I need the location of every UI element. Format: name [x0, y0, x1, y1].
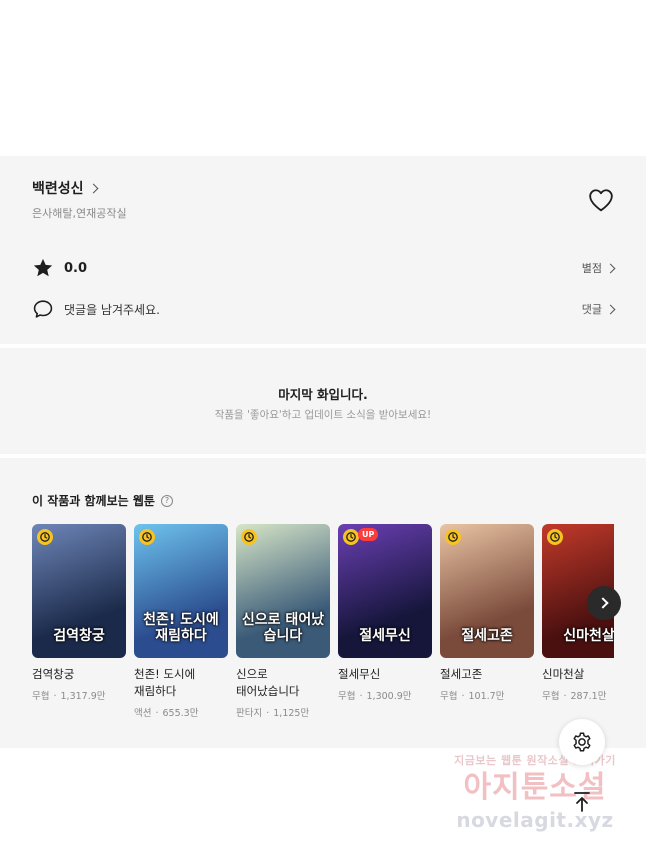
- watermark-line2: 아지툰소설: [463, 770, 607, 805]
- watermark: 지금보는 웹툰 원작소설 보러가기 아지툰소설 novelagit.xyz: [430, 752, 640, 852]
- recommendation-card[interactable]: 절세고존 절세고존 무협 · 101.7만: [440, 524, 534, 719]
- star-icon: [33, 258, 53, 277]
- cover-thumbnail: 검역창궁: [32, 524, 126, 658]
- cover-thumbnail: 천존! 도시에 재림하다: [134, 524, 228, 658]
- comment-prompt[interactable]: 댓글을 남겨주세요.: [64, 301, 160, 318]
- clock-icon: [547, 529, 563, 545]
- series-title-link[interactable]: 백련성신: [32, 178, 98, 198]
- chevron-right-icon: [605, 263, 616, 273]
- clock-icon: [37, 529, 53, 545]
- arrow-up-icon: [574, 792, 590, 812]
- watermark-line3: novelagit.xyz: [456, 808, 614, 832]
- carousel-next-button[interactable]: [587, 586, 621, 620]
- rating-value: 0.0: [64, 260, 88, 276]
- scroll-top-button[interactable]: [566, 786, 598, 818]
- cover-logo: 천존! 도시에 재림하다: [143, 612, 219, 644]
- meta-separator: ·: [359, 691, 363, 702]
- cover-thumbnail: 절세무신 UP: [338, 524, 432, 658]
- recommendation-card[interactable]: 신마천살 신마천살 무협 · 287.1만: [542, 524, 614, 719]
- card-genre: 무협: [32, 691, 50, 702]
- settings-button[interactable]: [559, 719, 605, 765]
- heart-icon[interactable]: [588, 188, 614, 212]
- card-genre: 액션: [134, 708, 152, 719]
- card-title: 검역창궁: [32, 667, 75, 681]
- card-views: 1,300.9만: [366, 691, 412, 702]
- series-info-panel: 백련성신 은사해탈,연재공작실 0.0 별점 댓글을 남겨주세요. 댓글: [0, 156, 646, 344]
- cover-logo: 신으로 태어났습니다: [241, 612, 325, 644]
- content-top-area: [0, 0, 646, 156]
- series-authors: 은사해탈,연재공작실: [32, 207, 127, 220]
- recommendation-card[interactable]: 신으로 태어났습니다 신으로 태어났습니다 판타지 · 1,125만: [236, 524, 330, 719]
- card-title: 절세고존: [440, 667, 483, 681]
- recommendation-card[interactable]: 천존! 도시에 재림하다 천존! 도시에 재림하다 액션 · 655.3만: [134, 524, 228, 719]
- gear-icon: [573, 732, 591, 752]
- card-genre: 무협: [338, 691, 356, 702]
- help-glyph: ?: [164, 495, 170, 505]
- comments-button[interactable]: 댓글: [581, 301, 616, 317]
- help-icon[interactable]: ?: [160, 494, 173, 507]
- card-meta: 무협 · 1,300.9만: [338, 688, 432, 702]
- card-genre: 무협: [542, 691, 560, 702]
- card-views: 1,125만: [273, 708, 310, 719]
- watermark-line1: 지금보는 웹툰 원작소설 보러가기: [454, 754, 616, 767]
- meta-separator: ·: [155, 708, 159, 719]
- meta-separator: ·: [53, 691, 57, 702]
- cover-logo: 검역창궁: [53, 628, 105, 644]
- up-badge: UP: [358, 528, 379, 541]
- clock-icon: [445, 529, 461, 545]
- recommendations-heading: 이 작품과 함께보는 웹툰 ?: [32, 492, 173, 509]
- recommendation-card[interactable]: 검역창궁 검역창궁 무협 · 1,317.9만: [32, 524, 126, 719]
- meta-separator: ·: [461, 691, 465, 702]
- card-meta: 무협 · 101.7만: [440, 688, 534, 702]
- card-title: 절세무신: [338, 667, 381, 681]
- card-meta: 판타지 · 1,125만: [236, 705, 330, 719]
- card-meta: 무협 · 1,317.9만: [32, 688, 126, 702]
- last-episode-subtitle: 작품을 '좋아요'하고 업데이트 소식을 받아보세요!: [214, 409, 432, 421]
- card-views: 655.3만: [162, 708, 199, 719]
- cover-logo: 절세고존: [461, 628, 513, 644]
- card-title: 천존! 도시에 재림하다: [134, 667, 196, 698]
- clock-icon: [139, 529, 155, 545]
- chevron-right-icon: [605, 304, 616, 314]
- card-genre: 무협: [440, 691, 458, 702]
- cover-logo: 신마천살: [563, 628, 614, 644]
- card-title: 신으로 태어났습니다: [236, 667, 300, 698]
- card-views: 287.1만: [570, 691, 607, 702]
- cover-logo: 절세무신: [359, 628, 411, 644]
- card-meta: 액션 · 655.3만: [134, 705, 228, 719]
- card-title: 신마천살: [542, 667, 585, 681]
- card-views: 101.7만: [468, 691, 505, 702]
- card-genre: 판타지: [236, 708, 263, 719]
- clock-icon: [343, 529, 359, 545]
- comment-row: 댓글을 남겨주세요. 댓글: [32, 297, 616, 321]
- last-episode-title: 마지막 화입니다.: [278, 387, 368, 402]
- clock-icon: [241, 529, 257, 545]
- cover-thumbnail: 절세고존: [440, 524, 534, 658]
- card-views: 1,317.9만: [60, 691, 106, 702]
- meta-separator: ·: [563, 691, 567, 702]
- recommendations-panel: 이 작품과 함께보는 웹툰 ? 검역창궁 검역창궁 무협 · 1,317.9만 천존! 도…: [0, 458, 646, 748]
- comment-bubble-icon: [33, 300, 53, 318]
- rate-label: 별점: [581, 262, 602, 275]
- card-meta: 무협 · 287.1만: [542, 688, 614, 702]
- chevron-right-icon: [596, 597, 609, 609]
- recommendation-card[interactable]: 절세무신 UP 절세무신무협 · 1,300.9만: [338, 524, 432, 719]
- comments-label: 댓글: [581, 303, 602, 316]
- cover-thumbnail: 신으로 태어났습니다: [236, 524, 330, 658]
- rate-button[interactable]: 별점: [581, 260, 616, 276]
- chevron-right-icon: [88, 183, 98, 193]
- meta-separator: ·: [266, 708, 270, 719]
- series-title: 백련성신: [32, 181, 84, 197]
- last-episode-notice: 마지막 화입니다. 작품을 '좋아요'하고 업데이트 소식을 받아보세요!: [0, 348, 646, 454]
- recommendation-list: 검역창궁 검역창궁 무협 · 1,317.9만 천존! 도시에 재림하다 천존! 도시에 재…: [32, 524, 614, 719]
- recommendation-carousel[interactable]: 검역창궁 검역창궁 무협 · 1,317.9만 천존! 도시에 재림하다 천존! 도시에 재…: [32, 524, 614, 734]
- rating-row: 0.0 별점: [32, 256, 616, 280]
- recommendations-title: 이 작품과 함께보는 웹툰: [32, 494, 155, 508]
